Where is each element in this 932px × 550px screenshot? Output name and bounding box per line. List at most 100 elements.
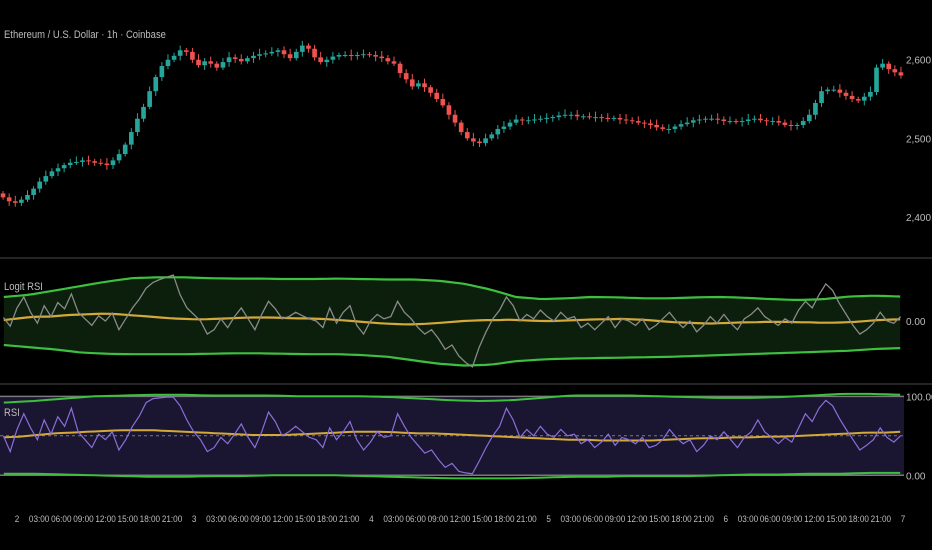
price-axis-label: 2,500.00 [906,134,932,145]
candle [61,165,67,169]
candle [110,160,116,166]
candle [385,58,391,62]
candle [269,51,275,54]
candle [275,50,281,52]
candle [116,154,122,161]
candle [868,91,873,97]
candle [263,53,269,55]
time-axis-label: 06:00 [583,513,603,524]
candle [159,66,165,78]
candle [843,92,849,96]
candle [458,122,464,133]
candle [25,194,30,200]
time-axis-label: 06:00 [760,513,780,524]
candle [666,128,672,130]
candle [532,119,537,121]
candle [330,56,336,60]
time-axis-label: 18:00 [494,513,514,524]
candle [715,118,721,120]
time-axis-label: 12:00 [95,513,115,524]
candle [678,124,684,127]
candle [300,45,305,52]
candle [788,124,794,126]
candle [428,87,433,93]
time-axis-label: 09:00 [428,513,448,524]
candle [703,118,708,120]
time-axis-label: 03:00 [206,513,226,524]
rsi-axis-label: 0.00 [906,471,926,482]
time-axis-label: 21:00 [339,513,359,524]
price-axis-label: 2,400.00 [906,213,932,224]
candle [672,126,678,129]
time-axis-label: 4 [369,513,374,524]
candle [324,59,330,63]
candle [0,193,6,198]
candle [367,54,372,56]
candle [226,57,232,63]
candle [348,55,354,57]
candle [446,105,452,115]
time-axis-label: 09:00 [605,513,625,524]
candle [764,120,769,122]
time-axis-label: 03:00 [738,513,758,524]
candle [513,119,519,123]
time-axis-label: 03:00 [29,513,49,524]
candle [483,138,488,144]
candle [141,106,146,119]
candle [416,83,421,87]
time-axis-label: 09:00 [782,513,802,524]
candle [397,63,403,74]
logit-rsi-pane-title: Logit RSI [4,281,43,293]
time-axis-label: 06:00 [51,513,71,524]
candle [238,58,244,62]
rsi-axis-label: 100.00 [906,392,932,403]
time-axis-label: 3 [192,513,197,524]
candle [342,55,348,57]
candle [556,115,562,118]
candle [635,121,641,123]
candle [721,119,727,122]
candle [544,117,549,119]
time-axis-label: 5 [546,513,551,524]
time-axis-label: 15:00 [472,513,492,524]
candle [892,69,898,73]
candle [568,114,574,116]
time-axis-label: 12:00 [450,513,470,524]
candle [336,55,342,57]
time-axis-label: 15:00 [295,513,315,524]
candle [837,89,843,93]
price-axis-label: 2,600.00 [906,56,932,67]
candle [770,121,775,123]
time-axis-label: 6 [724,513,729,524]
candle [471,138,476,142]
candle [587,116,592,118]
candle [733,121,739,123]
candle [819,91,824,103]
time-axis-label: 21:00 [516,513,536,524]
time-axis-label: 15:00 [826,513,846,524]
rsi-pane-title: RSI [4,407,20,419]
time-axis-label: 12:00 [804,513,824,524]
time-axis-label: 2 [15,513,20,524]
candle [886,63,892,70]
time-axis-label: 18:00 [848,513,868,524]
candle [92,161,97,163]
time-axis-label: 15:00 [118,513,138,524]
candle [654,124,659,128]
candle [147,91,152,107]
candle [293,51,299,59]
candle [727,121,733,123]
candle [782,122,788,125]
candle [12,201,18,203]
candle [245,58,250,62]
time-axis-label: 09:00 [250,513,270,524]
candle [55,168,61,172]
time-axis-label: 18:00 [671,513,691,524]
candle [43,176,49,182]
chart-canvas[interactable]: 2,600.002,500.002,400.000.00100.000.0020… [0,0,932,550]
candle [489,134,495,139]
candle [745,119,751,122]
candle [153,77,159,92]
candle [440,99,446,106]
time-axis-label: 18:00 [140,513,160,524]
